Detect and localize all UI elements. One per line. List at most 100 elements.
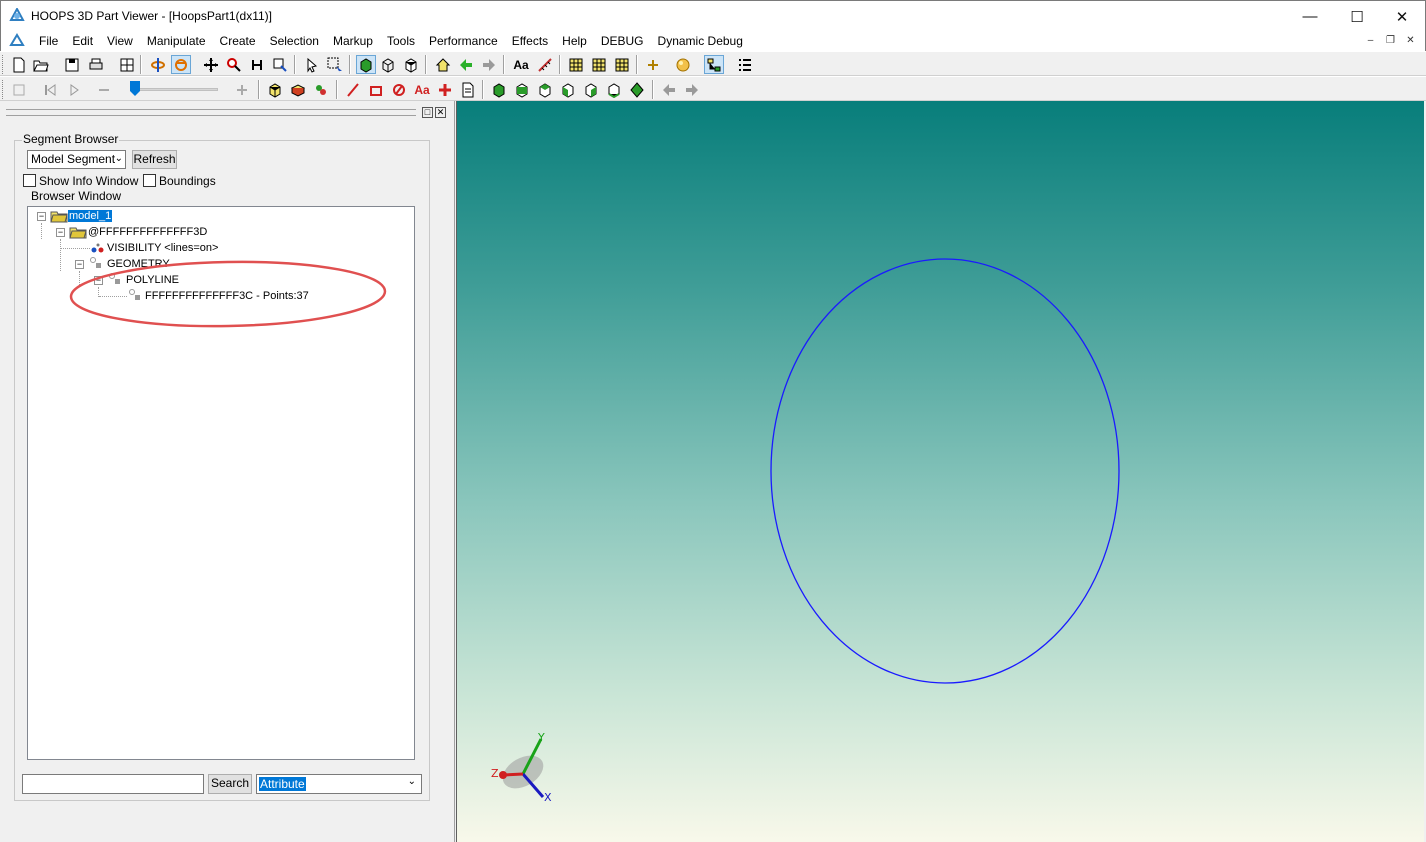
select-arrow-icon[interactable] (302, 55, 322, 74)
shaded-box-icon[interactable] (356, 55, 376, 74)
previous-view-icon[interactable] (659, 80, 679, 99)
orbit-icon[interactable] (148, 55, 168, 74)
hidden-line-icon[interactable] (401, 55, 421, 74)
markup-document-icon[interactable] (458, 80, 478, 99)
toolbar-grip[interactable] (2, 80, 5, 99)
view-right-icon[interactable] (581, 80, 601, 99)
menu-edit[interactable]: Edit (65, 33, 100, 49)
close-window-button[interactable]: ✕ (1379, 1, 1425, 32)
menu-debug[interactable]: DEBUG (594, 33, 651, 49)
select-area-icon[interactable] (325, 55, 345, 74)
grid-yellow-2-icon[interactable] (589, 55, 609, 74)
next-view-icon[interactable] (682, 80, 702, 99)
view-left-icon[interactable] (558, 80, 578, 99)
light-icon[interactable] (311, 80, 331, 99)
point-icon[interactable] (643, 55, 663, 74)
toolbar-separator (425, 55, 427, 74)
document-icon[interactable] (9, 33, 25, 49)
toolbar-grip[interactable] (2, 55, 5, 74)
zoom-window-icon[interactable] (270, 55, 290, 74)
animation-slider-track[interactable] (130, 88, 218, 91)
window-title: HOOPS 3D Part Viewer - [HoopsPart1(dx11)… (31, 9, 272, 23)
menu-bar: File Edit View Manipulate Create Selecti… (0, 31, 1426, 51)
markup-rect-icon[interactable] (366, 80, 386, 99)
panel-close-button[interactable]: ✕ (435, 107, 446, 118)
minimize-window-button[interactable]: — (1287, 1, 1333, 32)
menu-view[interactable]: View (100, 33, 140, 49)
boundings-checkbox[interactable] (143, 174, 156, 187)
box-outline-icon[interactable] (265, 80, 285, 99)
markup-pen-icon[interactable] (343, 80, 363, 99)
markup-text-icon[interactable]: Aa (412, 80, 432, 99)
grid-yellow-3-icon[interactable] (612, 55, 632, 74)
tree-node-segment[interactable]: @FFFFFFFFFFFFFF3D (88, 226, 207, 239)
mdi-restore-button[interactable]: ❐ (1382, 34, 1399, 48)
menu-help[interactable]: Help (555, 33, 594, 49)
menu-selection[interactable]: Selection (263, 33, 326, 49)
menu-markup[interactable]: Markup (326, 33, 380, 49)
segment-folder-icon (69, 227, 87, 239)
segment-type-select[interactable]: Model Segment ⌄ (27, 150, 126, 169)
wire-box-icon[interactable] (378, 55, 398, 74)
menu-effects[interactable]: Effects (505, 33, 555, 49)
toolbar-separator (559, 55, 561, 74)
save-icon[interactable] (62, 55, 82, 74)
maximize-window-button[interactable]: ☐ (1334, 1, 1380, 32)
forward-gray-icon[interactable] (479, 55, 499, 74)
expand-toggle[interactable]: − (37, 212, 46, 221)
expand-toggle[interactable]: − (56, 228, 65, 237)
show-info-window-checkbox[interactable] (23, 174, 36, 187)
fly-icon[interactable] (247, 55, 267, 74)
print-icon[interactable] (86, 55, 106, 74)
attribute-select[interactable]: Attribute ⌄ (256, 774, 422, 794)
rotate-icon[interactable] (171, 55, 191, 74)
record-icon[interactable] (9, 80, 29, 99)
back-green-icon[interactable] (456, 55, 476, 74)
view-top-icon[interactable] (604, 80, 624, 99)
menu-create[interactable]: Create (213, 33, 263, 49)
new-file-icon[interactable] (9, 55, 29, 74)
menu-file[interactable]: File (32, 33, 65, 49)
menu-manipulate[interactable]: Manipulate (140, 33, 213, 49)
face-color-icon[interactable] (288, 80, 308, 99)
list-icon[interactable] (735, 55, 755, 74)
menu-dynamic-debug[interactable]: Dynamic Debug (651, 33, 750, 49)
boundings-label[interactable]: Boundings (159, 174, 216, 188)
search-button[interactable]: Search (208, 774, 252, 794)
panel-grip[interactable] (6, 109, 416, 116)
menu-performance[interactable]: Performance (422, 33, 505, 49)
show-info-window-label[interactable]: Show Info Window (39, 174, 138, 188)
view-iso-icon[interactable] (489, 80, 509, 99)
rewind-icon[interactable] (40, 80, 60, 99)
view-front-icon[interactable] (512, 80, 532, 99)
toolbar-separator (140, 55, 142, 74)
polyline-circle[interactable] (770, 258, 1120, 684)
chevron-down-icon: ⌄ (114, 153, 123, 164)
pan-icon[interactable] (201, 55, 221, 74)
segment-tree-icon[interactable] (704, 55, 724, 74)
markup-plus-icon[interactable] (435, 80, 455, 99)
mdi-close-button[interactable]: ✕ (1402, 34, 1419, 48)
view-bottom-icon[interactable] (627, 80, 647, 99)
menu-tools[interactable]: Tools (380, 33, 422, 49)
slider-thumb-icon[interactable] (130, 81, 140, 96)
panel-float-button[interactable]: □ (422, 107, 433, 118)
tree-node-model[interactable]: model_1 (68, 210, 113, 223)
refresh-button[interactable]: Refresh (132, 150, 177, 169)
play-icon[interactable] (64, 80, 84, 99)
grid-yellow-icon[interactable] (566, 55, 586, 74)
text-tool-icon[interactable]: Aa (511, 55, 531, 74)
zoom-icon[interactable] (224, 55, 244, 74)
slider-minus-icon[interactable] (94, 80, 114, 99)
measure-icon[interactable] (535, 55, 555, 74)
view-back-icon[interactable] (535, 80, 555, 99)
mdi-minimize-button[interactable]: – (1362, 34, 1379, 48)
sphere-icon[interactable] (673, 55, 693, 74)
search-input[interactable] (22, 774, 204, 794)
home-view-icon[interactable] (433, 55, 453, 74)
markup-circle-icon[interactable] (389, 80, 409, 99)
open-folder-icon[interactable] (31, 55, 51, 74)
slider-plus-icon[interactable] (232, 80, 252, 99)
3d-viewport[interactable]: Y X Z (456, 101, 1424, 842)
grid-icon[interactable] (117, 55, 137, 74)
